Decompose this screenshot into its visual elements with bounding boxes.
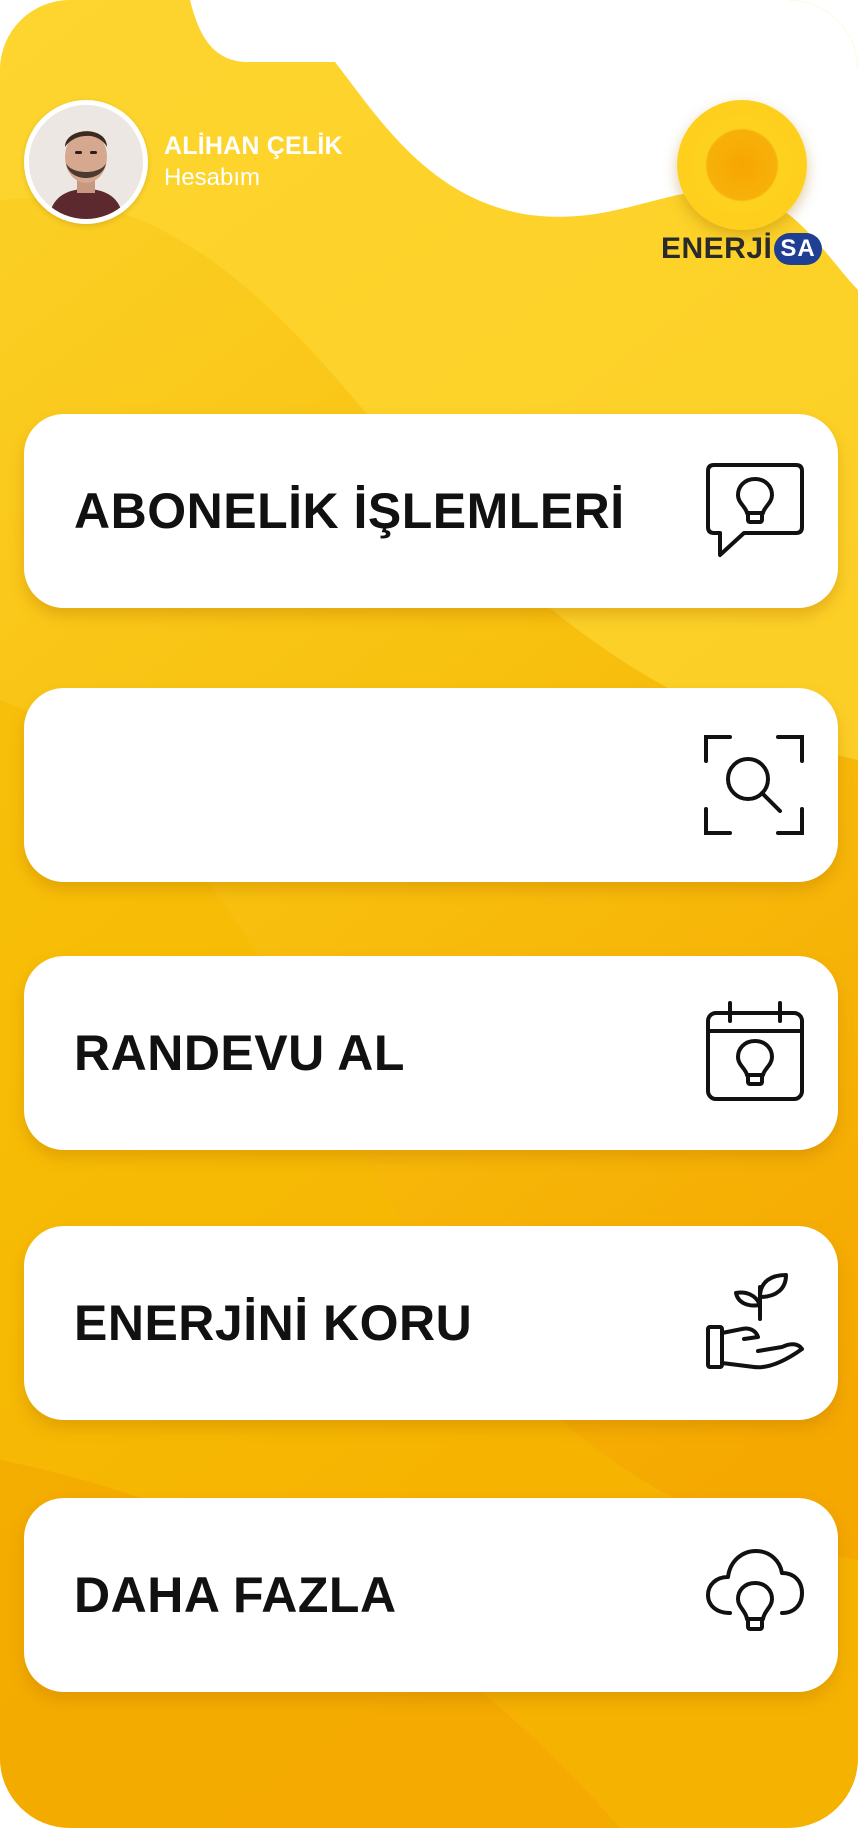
account-link[interactable]: Hesabım xyxy=(164,163,343,193)
logo-wordmark: ENERJ İ SA xyxy=(661,232,822,266)
chat-bulb-icon xyxy=(698,455,810,567)
logo-badge: SA xyxy=(774,233,822,265)
menu-card-more[interactable]: DAHA FAZLA xyxy=(24,1498,838,1692)
app-screen: ALİHAN ÇELİK Hesabım ENERJ İ SA ABONELİK İ… xyxy=(0,0,858,1828)
menu-card-label: DAHA FAZLA xyxy=(74,1567,397,1623)
menu-card-label: RANDEVU AL xyxy=(74,1025,405,1081)
hand-sprout-icon xyxy=(698,1267,810,1379)
menu-card-save-energy[interactable]: ENERJİNİ KORU xyxy=(24,1226,838,1420)
logo-word-i: İ xyxy=(763,232,773,265)
profile-name: ALİHAN ÇELİK xyxy=(164,132,343,161)
sun-logo-icon xyxy=(677,100,807,230)
avatar[interactable] xyxy=(24,100,148,224)
profile-header[interactable]: ALİHAN ÇELİK Hesabım xyxy=(24,100,343,224)
menu-card-scan[interactable] xyxy=(24,688,838,882)
menu-card-subscription[interactable]: ABONELİK İŞLEMLERİ xyxy=(24,414,838,608)
menu-card-label: ABONELİK İŞLEMLERİ xyxy=(74,483,625,539)
scan-search-icon xyxy=(698,729,810,841)
logo-word-main: ENERJ xyxy=(661,232,764,265)
cloud-bulb-icon xyxy=(698,1539,810,1651)
calendar-bulb-icon xyxy=(698,997,810,1109)
menu-card-label: ENERJİNİ KORU xyxy=(74,1295,473,1351)
menu-card-appointment[interactable]: RANDEVU AL xyxy=(24,956,838,1150)
enerjisa-logo: ENERJ İ SA xyxy=(660,98,840,278)
